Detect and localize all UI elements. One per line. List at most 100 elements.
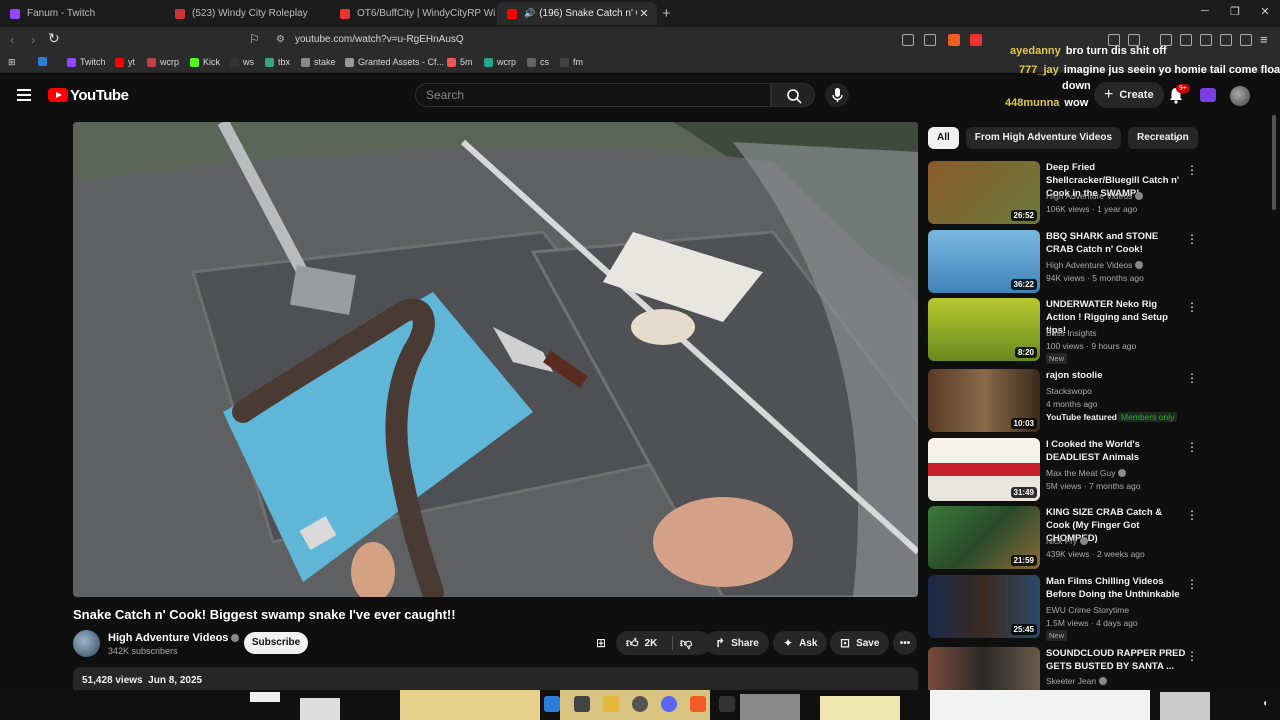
windows-start-icon[interactable] [544, 696, 560, 712]
maximize-icon[interactable]: ❐ [1220, 5, 1250, 18]
grid-icon[interactable]: ⊞ [596, 636, 606, 650]
video-thumbnail[interactable]: 8:20 [928, 298, 1040, 361]
more-vert-icon[interactable]: ⋮ [1186, 508, 1198, 522]
bookmark-item[interactable]: wcrp [147, 57, 179, 67]
bookmark-item[interactable]: Twitch [67, 57, 106, 67]
recommended-video[interactable]: 21:59 KING SIZE CRAB Catch & Cook (My Fi… [928, 506, 1198, 570]
video-thumbnail[interactable]: 26:52 [928, 161, 1040, 224]
bookmark-item[interactable]: fm [560, 57, 583, 67]
create-button[interactable]: + Create [1094, 82, 1164, 108]
share-page-icon[interactable] [924, 34, 936, 46]
rec-title[interactable]: BBQ SHARK and STONE CRAB Catch n' Cook! [1046, 230, 1186, 256]
recommended-video[interactable]: 36:22 BBQ SHARK and STONE CRAB Catch n' … [928, 230, 1198, 294]
ask-button[interactable]: ✦ Ask [773, 631, 828, 655]
youtube-logo-icon[interactable] [48, 88, 68, 102]
chevron-right-icon[interactable]: › [1175, 132, 1179, 146]
bookmark-item[interactable]: cs [527, 57, 549, 67]
more-vert-icon[interactable]: ⋮ [1186, 440, 1198, 454]
share-button[interactable]: ↱ Share [705, 631, 769, 655]
vpn-icon[interactable] [1240, 34, 1252, 46]
browser-tab[interactable]: (523) Windy City Roleplay [165, 2, 330, 25]
menu-icon[interactable]: ≡ [1260, 32, 1268, 47]
bookmark-item[interactable]: ws [230, 57, 254, 67]
brave-shield-icon[interactable] [948, 34, 960, 46]
video-thumbnail[interactable] [928, 647, 1040, 690]
video-thumbnail[interactable]: 10:03 [928, 369, 1040, 432]
discord-icon[interactable] [661, 696, 677, 712]
minimize-icon[interactable]: ─ [1190, 5, 1220, 17]
subscribe-button[interactable]: Subscribe [244, 632, 308, 654]
notification-center-icon[interactable]: ◐ [1263, 698, 1269, 709]
search-button[interactable] [771, 83, 815, 107]
bookmark-item[interactable]: 5m [447, 57, 473, 67]
cast-icon[interactable] [902, 34, 914, 46]
guide-menu-icon[interactable] [17, 89, 31, 104]
apps-icon[interactable]: ⊞ [8, 57, 16, 68]
more-actions-button[interactable]: ••• [893, 631, 917, 655]
reload-icon[interactable]: ↻ [48, 30, 60, 47]
twitch-extension-icon[interactable] [1200, 88, 1216, 102]
more-vert-icon[interactable]: ⋮ [1186, 163, 1198, 177]
bookmark-item[interactable]: wcrp [484, 57, 516, 67]
rec-title[interactable]: I Cooked the World's DEADLIEST Animals [1046, 438, 1186, 464]
youtube-logo-text[interactable]: YouTube [70, 87, 129, 104]
file-explorer-icon[interactable] [603, 696, 619, 712]
like-icon[interactable]: 👍︎ [626, 636, 639, 651]
recommended-video[interactable]: 10:03 rajon stoolie Stackswopo 4 months … [928, 369, 1198, 433]
bookmark-icon[interactable]: ⚐ [249, 32, 260, 46]
search-input[interactable] [416, 84, 770, 106]
close-window-icon[interactable]: ✕ [1250, 5, 1280, 18]
rec-title[interactable]: rajon stoolie [1046, 369, 1186, 382]
brave-rewards-icon[interactable] [970, 34, 982, 46]
rec-title[interactable]: SOUNDCLOUD RAPPER PRED GETS BUSTED BY SA… [1046, 647, 1186, 673]
recommended-video[interactable]: 25:45 Man Films Chilling Videos Before D… [928, 575, 1198, 641]
recommended-video[interactable]: 26:52 Deep Fried Shellcracker/Bluegill C… [928, 161, 1198, 225]
more-vert-icon[interactable]: ⋮ [1186, 577, 1198, 591]
bookmark-item[interactable] [38, 57, 51, 66]
like-count[interactable]: 2K [645, 638, 658, 649]
video-thumbnail[interactable]: 36:22 [928, 230, 1040, 293]
more-vert-icon[interactable]: ⋮ [1186, 300, 1198, 314]
sidebar-icon[interactable] [1180, 34, 1192, 46]
rec-title[interactable]: Man Films Chilling Videos Before Doing t… [1046, 575, 1186, 601]
back-icon[interactable]: ‹ [10, 32, 14, 47]
chip-from-channel[interactable]: From High Adventure Videos [965, 127, 1122, 149]
close-tab-icon[interactable]: ✕ [637, 7, 651, 20]
browser-tab-active[interactable]: 🔊 (196) Snake Catch n' Cook! Bi ✕ [497, 2, 657, 25]
bookmark-item[interactable]: yt [115, 57, 135, 67]
account-avatar[interactable] [1230, 86, 1250, 106]
bookmark-item[interactable]: Granted Assets - Cf... [345, 57, 444, 67]
brave-icon[interactable] [690, 696, 706, 712]
page-scrollbar[interactable] [1272, 115, 1276, 210]
recommended-video[interactable]: 31:49 I Cooked the World's DEADLIEST Ani… [928, 438, 1198, 502]
terminal-icon[interactable] [719, 696, 735, 712]
chip-all[interactable]: All [928, 127, 959, 149]
recommended-video[interactable]: SOUNDCLOUD RAPPER PRED GETS BUSTED BY SA… [928, 647, 1198, 690]
search-taskbar-icon[interactable] [574, 696, 590, 712]
recommended-video[interactable]: 8:20 UNDERWATER Neko Rig Action ! Riggin… [928, 298, 1198, 364]
bookmark-item[interactable]: Kick [190, 57, 220, 67]
video-player[interactable] [73, 122, 918, 597]
chip-recreation[interactable]: Recreation [1128, 127, 1199, 149]
new-tab-button[interactable]: + [662, 5, 671, 22]
browser-tab[interactable]: OT6/BuffCity | WindyCityRP Wiki | Fa [330, 2, 495, 25]
more-vert-icon[interactable]: ⋮ [1186, 232, 1198, 246]
video-thumbnail[interactable]: 31:49 [928, 438, 1040, 501]
voice-search-button[interactable] [825, 83, 849, 107]
more-vert-icon[interactable]: ⋮ [1186, 371, 1198, 385]
video-thumbnail[interactable]: 21:59 [928, 506, 1040, 569]
dislike-icon[interactable]: 👎︎ [680, 636, 692, 651]
bookmark-item[interactable]: stake [301, 57, 336, 67]
wallet-icon[interactable] [1200, 34, 1212, 46]
save-button[interactable]: ⊡ Save [830, 631, 890, 655]
browser-tab[interactable]: Fanum - Twitch [0, 2, 165, 25]
channel-name[interactable]: High Adventure Videos [108, 632, 240, 644]
video-thumbnail[interactable]: 25:45 [928, 575, 1040, 638]
bookmark-item[interactable]: tbx [265, 57, 290, 67]
site-settings-icon[interactable]: ⚙ [276, 34, 285, 45]
app-icon[interactable] [632, 696, 648, 712]
leo-ai-icon[interactable] [1220, 34, 1232, 46]
more-vert-icon[interactable]: ⋮ [1186, 649, 1198, 663]
forward-icon[interactable]: › [31, 32, 35, 47]
channel-avatar[interactable] [73, 630, 100, 657]
